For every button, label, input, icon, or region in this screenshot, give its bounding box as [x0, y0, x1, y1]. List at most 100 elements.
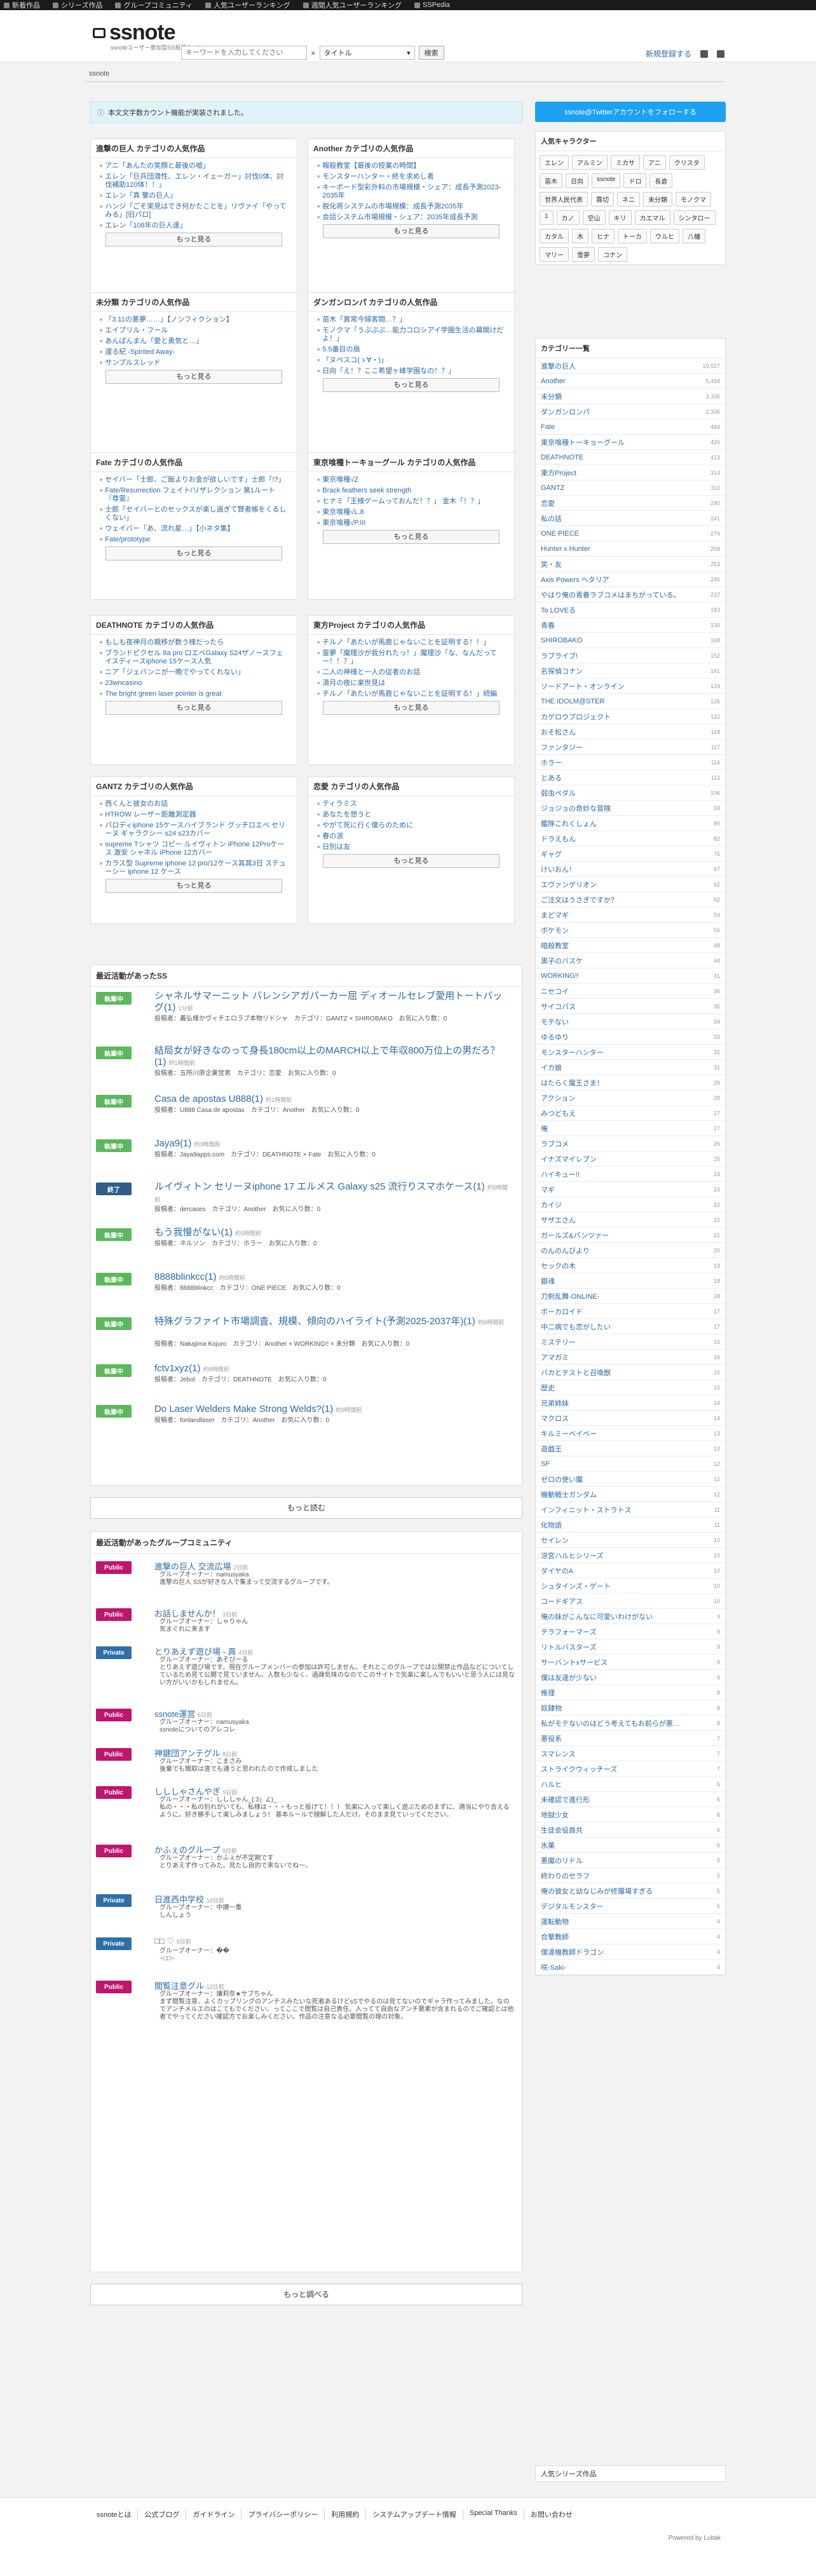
- popular-series-link[interactable]: 人気シリーズ作品: [535, 2465, 726, 2482]
- ss-title-link[interactable]: 特殊グラファイト市場調査、規模、傾向のハイライト(予測2025-2037年)(1…: [154, 1316, 510, 1328]
- category-item-link[interactable]: アニ「あんたの笑顔と最後の嘘」: [100, 162, 288, 170]
- ss-title-link[interactable]: シャネルサマーニット バレンシアガパーカー屈 ディオールセレブ愛用トートバッグ(…: [154, 991, 510, 1014]
- footer-link[interactable]: Special Thanks: [462, 2509, 524, 2519]
- category-row[interactable]: 運転動物 4: [536, 1914, 725, 1929]
- category-row[interactable]: DEATHNOTE 413: [536, 450, 725, 465]
- more-button[interactable]: もっと見る: [105, 701, 282, 715]
- category-row[interactable]: ゼロの使い魔 12: [536, 1472, 725, 1487]
- more-button[interactable]: もっと見る: [323, 854, 500, 868]
- category-row[interactable]: SHIROBAKO 168: [536, 633, 725, 648]
- category-row[interactable]: 未分類 3,336: [536, 389, 725, 404]
- category-row[interactable]: スマレンス 7: [536, 1746, 725, 1761]
- category-row[interactable]: みつどもえ 27: [536, 1106, 725, 1121]
- category-item-link[interactable]: もしも夜神月の親移が数う様だったら: [100, 639, 288, 647]
- character-tag[interactable]: ウルヒ: [650, 229, 679, 243]
- category-item-link[interactable]: キーボード型彩外料の市場規模・シェア：成長予測2023-2035年: [317, 184, 505, 200]
- category-row[interactable]: モテない 34: [536, 1014, 725, 1029]
- category-item-link[interactable]: 「3.11の悪夢……」【ノンフィクション】: [100, 316, 288, 324]
- character-tag[interactable]: 霧切: [591, 192, 614, 207]
- category-row[interactable]: 涼宮ハルヒシリーズ 10: [536, 1548, 725, 1563]
- topbar-item[interactable]: 週間人気ユーザーランキング: [303, 0, 402, 10]
- category-row[interactable]: モンスターハンター 32: [536, 1045, 725, 1060]
- category-row[interactable]: 地獄少女 6: [536, 1807, 725, 1822]
- category-row[interactable]: ラブコメ 26: [536, 1136, 725, 1151]
- category-row[interactable]: ホラー 116: [536, 755, 725, 770]
- category-row[interactable]: カゲロウプロジェクト 122: [536, 709, 725, 724]
- more-button[interactable]: もっと見る: [105, 546, 282, 560]
- category-row[interactable]: キルミーベイベー 13: [536, 1426, 725, 1441]
- topbar-item[interactable]: 人気ユーザーランキング: [205, 0, 290, 10]
- category-item-link[interactable]: ウェイバー「あ、流れ星…」【小ネタ集】: [100, 525, 288, 533]
- category-row[interactable]: WORKING!! 41: [536, 968, 725, 984]
- more-button[interactable]: もっと見る: [105, 370, 282, 384]
- character-tag[interactable]: 世界人民代表: [540, 192, 588, 207]
- character-tag[interactable]: ネニ: [617, 192, 640, 207]
- category-item-link[interactable]: ニア「ジェバンニが一晩でやってくれない」: [100, 668, 288, 677]
- group-name-link[interactable]: お話しませんか！ 3日前: [154, 1607, 237, 1619]
- topbar-item[interactable]: 新着作品: [4, 0, 40, 10]
- category-row[interactable]: 機動戦士ガンダム 12: [536, 1487, 725, 1502]
- category-row[interactable]: けいおん！ 67: [536, 862, 725, 877]
- category-row[interactable]: Fate 484: [536, 419, 725, 435]
- category-row[interactable]: サーバントxサービス 9: [536, 1655, 725, 1670]
- category-row[interactable]: 歴史 15: [536, 1380, 725, 1395]
- category-item-link[interactable]: The bright green laser pointer is great: [100, 690, 288, 698]
- footer-link[interactable]: ガイドライン: [186, 2509, 241, 2519]
- character-tag[interactable]: アニ: [643, 155, 666, 170]
- category-row[interactable]: 弱虫ペダル 106: [536, 785, 725, 801]
- search-type-select[interactable]: タイトル ▾: [319, 46, 415, 60]
- category-item-link[interactable]: カラス型 Supreme iphone 12 pro/12ケース其其3日 ステュ…: [100, 860, 288, 876]
- category-item-link[interactable]: 報殺教室【最後の授業の時間】: [317, 162, 505, 170]
- category-row[interactable]: 暗殺教室 48: [536, 938, 725, 953]
- category-item-link[interactable]: 日向「え！？ここ希望ヶ峰学園なの！？」: [317, 367, 505, 376]
- character-tag[interactable]: ssnote: [592, 173, 621, 188]
- character-tag[interactable]: ヒナ: [592, 229, 615, 243]
- category-row[interactable]: デジタルモンスター 5: [536, 1899, 725, 1914]
- category-row[interactable]: 咲-Saki- 4: [536, 1960, 725, 1975]
- category-row[interactable]: 兄弟姉妹 14: [536, 1395, 725, 1411]
- category-item-link[interactable]: supreme Tシャツ コピー ルイヴィトン iPhone 12Proケース …: [100, 841, 288, 857]
- category-item-link[interactable]: 東京喰種√P.III: [317, 519, 505, 527]
- character-tag[interactable]: 日向: [566, 173, 588, 188]
- category-item-link[interactable]: Fate/Resurrection フェイト/リザレクション 第1ルート『尊霊』: [100, 487, 288, 503]
- category-row[interactable]: カイジ 22: [536, 1197, 725, 1212]
- category-row[interactable]: Axis Powers ヘタリア 245: [536, 572, 725, 587]
- category-row[interactable]: 青春 135: [536, 618, 725, 633]
- category-item-link[interactable]: 春の涙: [317, 832, 505, 841]
- category-item-link[interactable]: 日別は友: [317, 843, 505, 851]
- category-row[interactable]: 合撃教師 4: [536, 1929, 725, 1944]
- category-row[interactable]: セイレン 10: [536, 1533, 725, 1548]
- character-tag[interactable]: 雪夢: [572, 247, 595, 262]
- category-row[interactable]: とある 113: [536, 770, 725, 785]
- category-item-link[interactable]: やがて死に行く僕らのために: [317, 822, 505, 830]
- more-groups-button[interactable]: もっと調べる: [90, 2284, 522, 2305]
- character-tag[interactable]: 1: [540, 210, 554, 225]
- group-name-link[interactable]: 進撃の巨人 交流広場 2日前: [154, 1560, 248, 1572]
- category-row[interactable]: Another 5,494: [536, 374, 725, 389]
- clear-icon[interactable]: ×: [311, 48, 316, 58]
- category-item-link[interactable]: モノクマ「うぷぷぷ…能力コロシアイ学園生活の幕開けだよ！」: [317, 327, 505, 343]
- category-item-link[interactable]: 苗木「異常今婦客間…？」: [317, 316, 505, 324]
- group-name-link[interactable]: しししゃさんやぎ 9日前: [154, 1785, 238, 1797]
- category-row[interactable]: ラブライブ! 152: [536, 648, 725, 663]
- category-item-link[interactable]: 霊夢「魔理沙が我分れたっ！」魔理沙「な、なんだってー！！？」: [317, 649, 505, 666]
- topbar-item[interactable]: シリーズ作品: [53, 0, 102, 10]
- group-name-link[interactable]: □□ ♡ 9日前: [154, 1936, 191, 1946]
- category-row[interactable]: アクション 28: [536, 1090, 725, 1106]
- category-item-link[interactable]: Fate/prototype: [100, 536, 288, 544]
- topbar-item[interactable]: SSPedia: [414, 1, 450, 9]
- category-row[interactable]: 黒子のバスケ 44: [536, 953, 725, 968]
- category-row[interactable]: 僕達機教師ドラゴン 4: [536, 1944, 725, 1960]
- category-row[interactable]: ダンガンロンパ 2,336: [536, 404, 725, 419]
- category-row[interactable]: テラフォーマーズ 9: [536, 1624, 725, 1639]
- category-item-link[interactable]: 東京喰種√L.8: [317, 508, 505, 517]
- category-item-link[interactable]: 二人の神様と一人の従者のお話: [317, 668, 505, 677]
- category-item-link[interactable]: ヒナミ「王様ゲームっておんだ！？」 金木「！？」: [317, 498, 505, 506]
- category-row[interactable]: のんのんびより 20: [536, 1243, 725, 1258]
- character-tag[interactable]: クリスタ: [669, 155, 705, 170]
- category-row[interactable]: マギ 23: [536, 1182, 725, 1197]
- category-row[interactable]: ストライクウィッチーズ 7: [536, 1761, 725, 1777]
- category-row[interactable]: 推理 8: [536, 1685, 725, 1700]
- category-row[interactable]: 悪役系 7: [536, 1731, 725, 1746]
- category-item-link[interactable]: 東京喰種√Z: [317, 476, 505, 484]
